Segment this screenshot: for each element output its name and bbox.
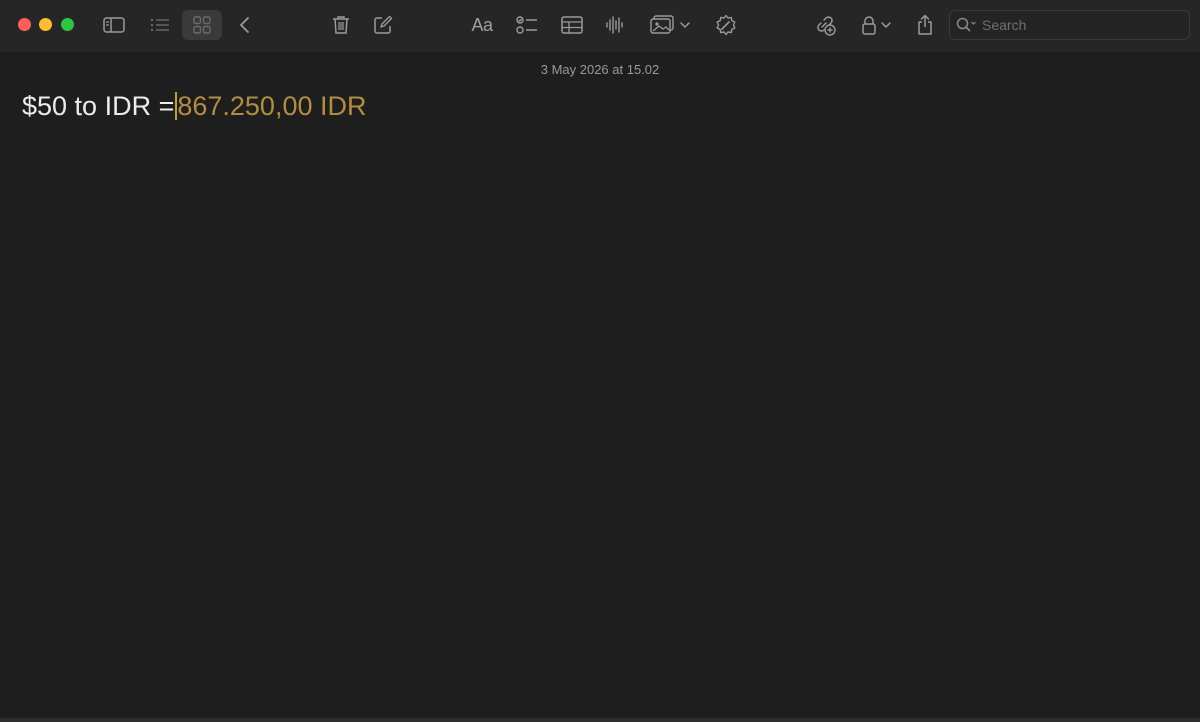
- minimize-window-button[interactable]: [39, 18, 52, 31]
- toolbar: Aa: [0, 0, 1200, 52]
- share-button[interactable]: [911, 10, 939, 40]
- format-icon: Aa: [471, 14, 493, 35]
- gallery-view-icon: [193, 16, 211, 34]
- new-note-button[interactable]: [369, 10, 397, 40]
- note-date: 3 May 2026 at 15.02: [540, 62, 660, 77]
- media-icon: [650, 15, 674, 34]
- back-button[interactable]: [232, 10, 258, 40]
- writing-tools-icon: [716, 14, 736, 36]
- compose-icon: [374, 15, 393, 34]
- list-view-icon: [150, 18, 169, 32]
- list-view-button[interactable]: [145, 10, 175, 40]
- chevron-down-icon: [680, 22, 690, 29]
- lock-icon: [862, 16, 876, 35]
- lock-note-button[interactable]: [856, 10, 896, 40]
- audio-icon: [606, 16, 623, 34]
- chevron-down-icon: [881, 22, 891, 29]
- search-field[interactable]: [949, 10, 1190, 40]
- search-icon: [956, 17, 976, 32]
- share-icon: [918, 14, 932, 35]
- back-icon: [240, 17, 249, 33]
- writing-tools-button[interactable]: [711, 10, 741, 40]
- zoom-window-button[interactable]: [61, 18, 74, 31]
- math-result-suggestion[interactable]: 867.250,00 IDR: [177, 91, 366, 122]
- table-button[interactable]: [557, 10, 587, 40]
- delete-note-button[interactable]: [327, 10, 355, 40]
- format-button[interactable]: Aa: [466, 10, 498, 40]
- record-audio-button[interactable]: [601, 10, 629, 40]
- table-icon: [561, 16, 583, 34]
- checklist-button[interactable]: [512, 10, 542, 40]
- notes-window: Aa Search 3 May 2026 at 15.02 $50 to IDR…: [0, 0, 1200, 722]
- collaborate-button[interactable]: [810, 10, 840, 40]
- note-editor[interactable]: $50 to IDR = 867.250,00 IDR: [22, 88, 366, 124]
- sidebar-icon: [103, 17, 125, 33]
- checklist-icon: [516, 16, 537, 34]
- gallery-view-button[interactable]: [182, 10, 222, 40]
- collaborate-icon: [817, 16, 836, 36]
- window-bottom-edge: [0, 718, 1200, 722]
- trash-icon: [333, 16, 349, 34]
- math-expression[interactable]: $50 to IDR =: [22, 91, 174, 122]
- close-window-button[interactable]: [18, 18, 31, 31]
- search-input[interactable]: [982, 17, 1182, 33]
- insert-media-button[interactable]: [646, 10, 694, 40]
- toggle-sidebar-button[interactable]: [99, 10, 129, 40]
